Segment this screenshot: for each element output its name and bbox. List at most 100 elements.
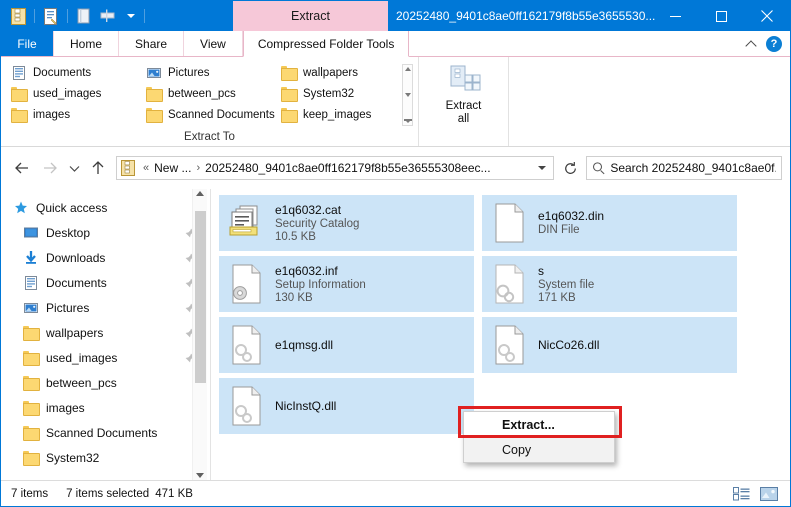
chevron-down-icon[interactable] [533,157,551,179]
large-icons-view-icon[interactable] [758,484,780,504]
nav-item-label: Scanned Documents [46,426,157,440]
folder-icon [281,87,297,100]
search-input[interactable]: Search 20252480_9401c8ae0f... [586,156,782,180]
scroll-down-icon[interactable] [196,473,204,478]
file-item-e1q6032-inf[interactable]: e1q6032.inf Setup Information 130 KB [219,256,474,312]
tab-file[interactable]: File [1,31,53,56]
nav-item-wallpapers[interactable]: wallpapers [1,320,207,345]
context-menu-item-extract[interactable]: Extract... [464,412,614,437]
view-mode-buttons [730,484,780,504]
file-item-text: e1q6032.inf Setup Information 130 KB [275,264,366,304]
extract-all-label: Extract all [446,100,482,126]
back-arrow-icon[interactable] [9,155,35,181]
qat-dropdown-icon[interactable] [123,5,139,27]
properties-icon[interactable] [40,5,62,27]
nav-item-label: Desktop [46,226,90,240]
nav-item-used-images[interactable]: used_images [1,345,207,370]
gallery-item-system32[interactable]: System32 [277,83,402,104]
nav-item-scanned-documents[interactable]: Scanned Documents [1,420,207,445]
folder-icon [23,351,39,364]
help-icon[interactable]: ? [766,36,782,52]
minimize-button[interactable] [652,1,698,31]
close-button[interactable] [744,1,790,31]
gallery-item-label: used_images [33,88,101,100]
window-title: 20252480_9401c8ae0ff162179f8b55e3655530.… [396,1,655,31]
file-item-e1q6032-cat[interactable]: e1q6032.cat Security Catalog 10.5 KB [219,195,474,251]
breadcrumb-overflow[interactable]: « [143,162,149,174]
chevron-up-icon[interactable] [746,38,758,50]
nav-item-label: wallpapers [46,326,103,340]
status-selection-size: 471 KB [155,488,193,500]
gallery-item-pictures[interactable]: Pictures [142,62,277,83]
scroll-up-icon[interactable] [196,191,204,196]
gallery-item-label: System32 [303,88,354,100]
nav-item-label: Quick access [36,201,107,215]
context-menu: Extract... Copy [463,411,615,463]
scroll-down-icon[interactable] [405,93,411,97]
file-item-text: NicCo26.dll [538,338,599,352]
nav-item-pictures[interactable]: Pictures [1,295,207,320]
file-name: s [538,264,594,278]
folder-icon [11,108,27,121]
file-item-e1q6032-din[interactable]: e1q6032.din DIN File [482,195,737,251]
file-name: e1qmsg.dll [275,338,333,352]
gallery-column-1: Documents used_images images [7,62,142,128]
file-item-text: NicInstQ.dll [275,399,336,413]
file-item-e1qmsg-dll[interactable]: e1qmsg.dll [219,317,474,373]
recent-locations-icon[interactable] [65,155,83,181]
gallery-item-used-images[interactable]: used_images [7,83,142,104]
nav-item-images[interactable]: images [1,395,207,420]
nav-item-quick-access[interactable]: Quick access [1,195,207,220]
forward-arrow-icon[interactable] [37,155,63,181]
file-size: 171 KB [538,292,594,304]
file-name: NicInstQ.dll [275,399,336,413]
gallery-item-documents[interactable]: Documents [7,62,142,83]
nav-item-label: used_images [46,351,117,365]
gallery-more-icon[interactable] [404,119,412,123]
tab-share[interactable]: Share [119,31,184,56]
status-item-count: 7 items [11,488,48,500]
setup-information-icon [227,263,265,305]
file-item-system-file[interactable]: s System file 171 KB [482,256,737,312]
breadcrumb-separator: › [196,162,200,174]
extract-all-button[interactable]: Extract all [419,57,509,146]
file-grid: e1q6032.cat Security Catalog 10.5 KB e1q… [219,195,782,434]
customize-qat-icon[interactable] [98,5,120,27]
dll-file-icon [227,385,265,427]
address-input[interactable]: « New ... › 20252480_9401c8ae0ff162179f8… [116,156,554,180]
up-arrow-icon[interactable] [85,155,111,181]
tab-compressed-folder-tools[interactable]: Compressed Folder Tools [243,31,410,57]
nav-item-downloads[interactable]: Downloads [1,245,207,270]
folder-icon [23,326,39,339]
gallery-item-keep-images[interactable]: keep_images [277,104,402,125]
gallery-item-scanned-documents[interactable]: Scanned Documents [142,104,277,125]
folder-icon [23,451,39,464]
zip-folder-icon[interactable] [7,5,29,27]
gallery-item-between-pcs[interactable]: between_pcs [142,83,277,104]
breadcrumb-item-0[interactable]: New ... [154,161,191,175]
refresh-icon[interactable] [558,156,582,180]
file-item-nicco26-dll[interactable]: NicCo26.dll [482,317,737,373]
scroll-up-icon[interactable] [405,67,411,71]
gallery-item-wallpapers[interactable]: wallpapers [277,62,402,83]
gallery-scrollbar[interactable] [402,64,413,126]
gallery-item-images[interactable]: images [7,104,142,125]
details-view-icon[interactable] [730,484,752,504]
new-folder-icon[interactable] [73,5,95,27]
navigation-pane-scrollbar[interactable] [192,189,207,480]
file-item-nicinstq-dll[interactable]: NicInstQ.dll [219,378,474,434]
nav-item-desktop[interactable]: Desktop [1,220,207,245]
downloads-icon [23,250,39,266]
maximize-button[interactable] [698,1,744,31]
file-name: e1q6032.cat [275,203,359,217]
nav-item-documents[interactable]: Documents [1,270,207,295]
tab-view[interactable]: View [184,31,243,56]
breadcrumb-item-1[interactable]: 20252480_9401c8ae0ff162179f8b55e36555308… [205,161,490,175]
nav-item-between-pcs[interactable]: between_pcs [1,370,207,395]
tab-home[interactable]: Home [53,31,119,56]
breadcrumb[interactable]: « New ... › 20252480_9401c8ae0ff162179f8… [138,161,491,175]
context-menu-item-copy[interactable]: Copy [464,437,614,462]
nav-item-system32[interactable]: System32 [1,445,207,470]
contextual-tab-extract[interactable]: Extract [233,1,388,31]
scrollbar-thumb[interactable] [195,211,206,383]
